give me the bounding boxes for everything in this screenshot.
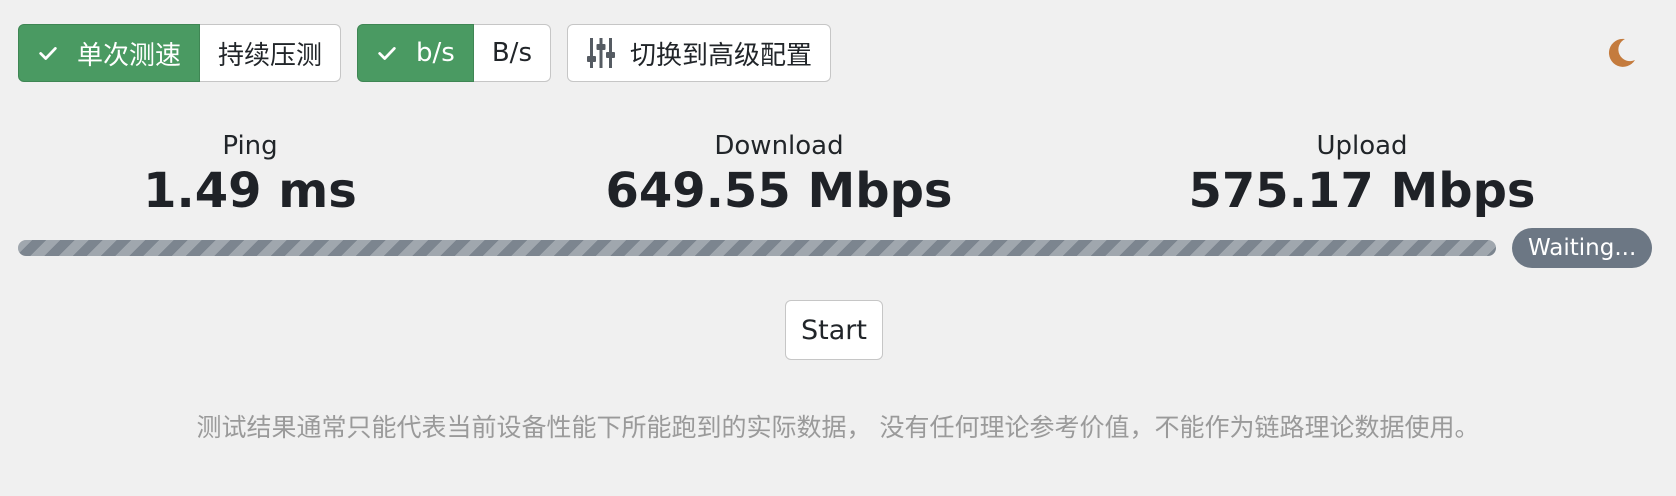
continuous-test-button[interactable]: 持续压测 <box>200 24 342 82</box>
mode-toggle-group: 单次测速 持续压测 <box>18 24 342 82</box>
disclaimer-text: 测试结果通常只能代表当前设备性能下所能跑到的实际数据， 没有任何理论参考价值，不… <box>196 413 1480 442</box>
status-badge: Waiting... <box>1512 228 1653 268</box>
bytes-unit-button[interactable]: B/s <box>473 24 551 82</box>
download-value: 649.55 Mbps <box>605 163 953 219</box>
bytes-unit-label: B/s <box>491 38 532 68</box>
download-label: Download <box>714 131 844 161</box>
upload-value: 575.17 Mbps <box>1188 163 1536 219</box>
speedtest-page: 单次测速 持续压测 b/s B/s 切换到高级配置 Ping 1.49 ms D… <box>0 0 1676 496</box>
moon-icon[interactable] <box>1604 36 1638 70</box>
progress-bar <box>18 240 1496 256</box>
bits-unit-label: b/s <box>416 38 455 68</box>
bits-unit-button[interactable]: b/s <box>357 24 474 82</box>
unit-toggle-group: b/s B/s <box>357 24 551 82</box>
continuous-test-label: 持续压测 <box>218 40 323 71</box>
check-icon <box>378 47 396 60</box>
toolbar: 单次测速 持续压测 b/s B/s 切换到高级配置 <box>18 24 832 82</box>
advanced-config-button[interactable]: 切换到高级配置 <box>567 24 832 82</box>
start-button[interactable]: Start <box>785 300 883 360</box>
download-metric: Download 649.55 Mbps <box>606 130 953 220</box>
status-text: Waiting... <box>1528 235 1637 261</box>
ping-label: Ping <box>222 131 278 161</box>
check-icon <box>39 47 57 60</box>
ping-value: 1.49 ms <box>143 163 357 219</box>
single-test-button[interactable]: 单次测速 <box>18 24 201 82</box>
ping-metric: Ping 1.49 ms <box>143 130 357 220</box>
single-test-label: 单次测速 <box>77 40 182 71</box>
advanced-config-label: 切换到高级配置 <box>630 40 813 71</box>
sliders-icon <box>587 38 615 68</box>
progress-fill <box>18 240 1496 256</box>
start-label: Start <box>801 314 867 346</box>
upload-label: Upload <box>1316 131 1408 161</box>
upload-metric: Upload 575.17 Mbps <box>1189 130 1536 220</box>
